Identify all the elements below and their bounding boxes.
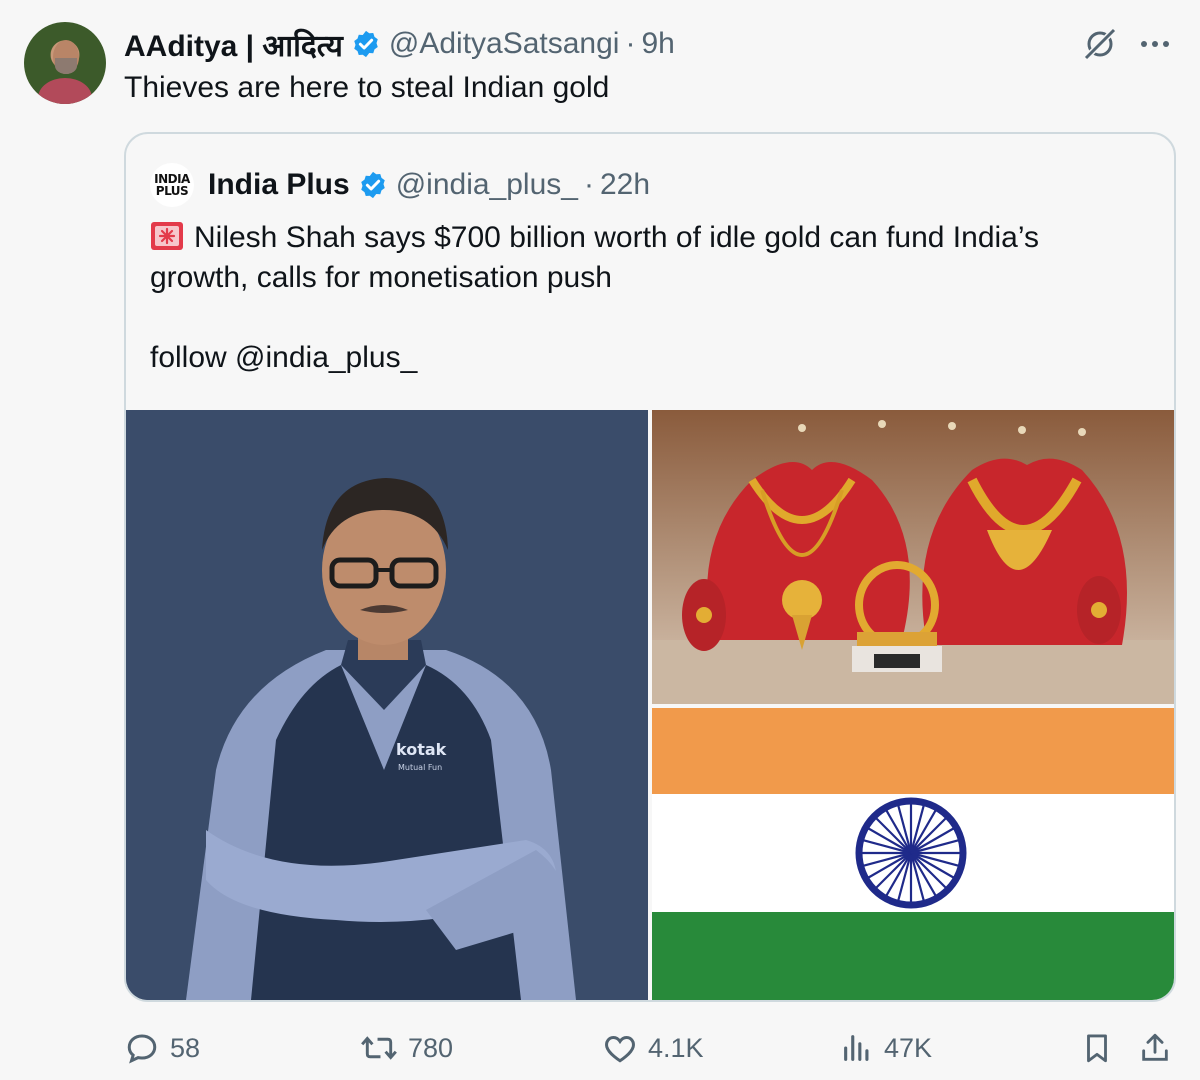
grok-icon[interactable] bbox=[1082, 26, 1118, 62]
quoted-text-line1: Nilesh Shah says $700 billion worth of i… bbox=[194, 221, 1039, 254]
repost-icon bbox=[361, 1036, 397, 1060]
header-separator: · bbox=[625, 27, 636, 60]
more-icon[interactable] bbox=[1140, 39, 1170, 49]
share-button[interactable] bbox=[1138, 1026, 1182, 1070]
author-avatar[interactable] bbox=[24, 22, 106, 104]
quoted-tweet[interactable]: INDIA PLUS India Plus @india_plus_ · 22h… bbox=[124, 132, 1176, 1002]
author-name[interactable]: AAditya | आदित्य bbox=[124, 24, 343, 65]
quoted-media-grid[interactable]: kotak Mutual Fun bbox=[126, 410, 1174, 1000]
like-button[interactable]: 4.1K bbox=[602, 1026, 704, 1070]
jewelry-illustration bbox=[652, 410, 1174, 704]
views-icon bbox=[844, 1035, 869, 1061]
quoted-separator: · bbox=[583, 168, 594, 201]
media-image-jewelry[interactable] bbox=[652, 410, 1174, 704]
author-handle[interactable]: @AdityaSatsangi bbox=[389, 27, 620, 61]
media-image-portrait[interactable]: kotak Mutual Fun bbox=[126, 410, 648, 1000]
avatar-shirt bbox=[38, 78, 92, 104]
like-icon bbox=[605, 1035, 635, 1063]
vest-logo-subtext: Mutual Fun bbox=[398, 763, 442, 772]
repost-count: 780 bbox=[408, 1032, 454, 1063]
quoted-author-avatar[interactable]: INDIA PLUS bbox=[150, 163, 194, 207]
reply-button[interactable]: 58 bbox=[124, 1026, 200, 1070]
tweet-top-actions bbox=[1082, 26, 1170, 62]
tweet-action-bar: 58 780 4.1K 47K bbox=[124, 1026, 1174, 1070]
siren-icon bbox=[151, 222, 183, 250]
reply-count: 58 bbox=[170, 1032, 201, 1063]
media-image-indian-flag[interactable] bbox=[652, 708, 1174, 1000]
repost-button[interactable]: 780 bbox=[360, 1026, 453, 1070]
quoted-header: INDIA PLUS India Plus @india_plus_ · 22h bbox=[150, 163, 650, 207]
views-button[interactable]: 47K bbox=[840, 1026, 932, 1070]
verified-badge-icon bbox=[360, 171, 385, 199]
quoted-handle[interactable]: @india_plus_ bbox=[396, 168, 578, 202]
bookmark-icon bbox=[1087, 1034, 1107, 1063]
flag-green-band bbox=[652, 912, 1174, 1000]
bookmark-button[interactable] bbox=[1080, 1026, 1124, 1070]
flag-saffron-band bbox=[652, 708, 1174, 794]
quoted-text-line2: growth, calls for monetisation push bbox=[150, 261, 612, 294]
quoted-text-line3: follow @india_plus_ bbox=[150, 341, 418, 374]
logo-text-bottom: PLUS bbox=[155, 184, 189, 198]
share-icon bbox=[1142, 1033, 1168, 1061]
quoted-text: Nilesh Shah says $700 billion worth of i… bbox=[150, 218, 1150, 378]
like-count: 4.1K bbox=[648, 1032, 704, 1063]
avatar-beard bbox=[55, 58, 77, 74]
views-count: 47K bbox=[884, 1032, 933, 1063]
ashoka-chakra-icon bbox=[855, 797, 967, 909]
tweet-time[interactable]: 9h bbox=[641, 27, 674, 61]
vest-logo-text: kotak bbox=[396, 740, 447, 759]
tweet-header: AAditya | आदित्य @AdityaSatsangi · 9h bbox=[124, 24, 675, 64]
quoted-author-name[interactable]: India Plus bbox=[208, 168, 350, 202]
verified-badge-icon bbox=[354, 30, 378, 58]
tweet-text: Thieves are here to steal Indian gold bbox=[124, 71, 610, 104]
portrait-illustration: kotak Mutual Fun bbox=[126, 410, 648, 1000]
reply-icon bbox=[127, 1034, 157, 1064]
quoted-time[interactable]: 22h bbox=[600, 168, 650, 202]
